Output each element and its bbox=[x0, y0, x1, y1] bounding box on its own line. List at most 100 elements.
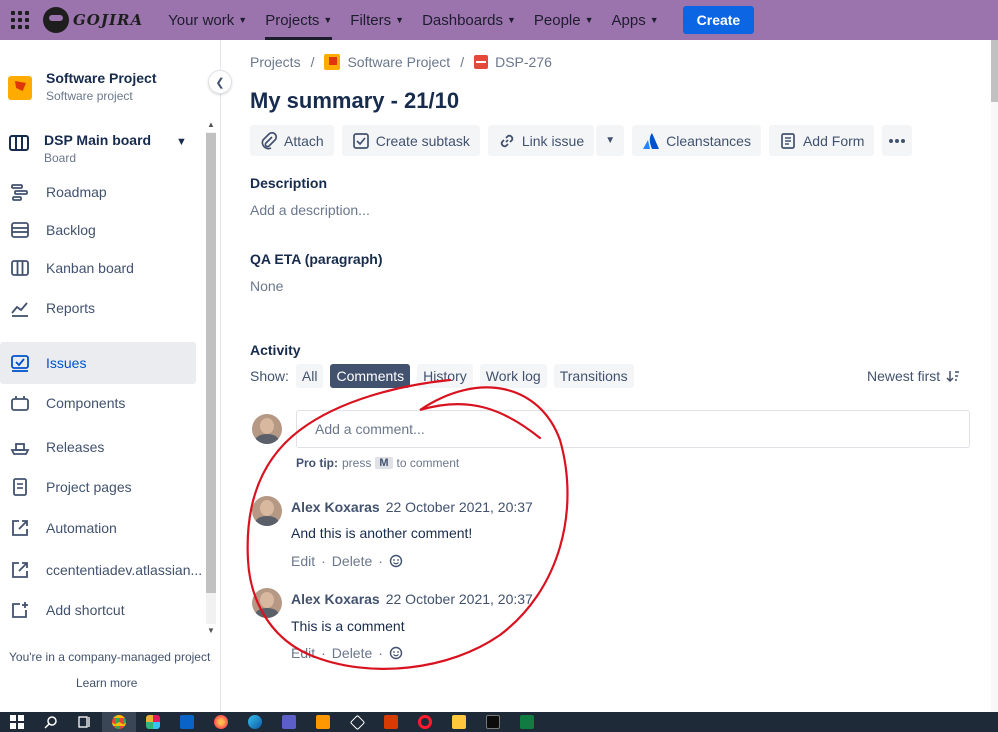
nav-label: Apps bbox=[611, 11, 646, 29]
outlook-icon[interactable] bbox=[170, 712, 204, 732]
sidebar-scrollbar[interactable]: ▲ ▼ bbox=[204, 120, 218, 635]
sidebar-item-add-shortcut[interactable]: Add shortcut bbox=[0, 590, 196, 630]
comment-delete-button[interactable]: Delete bbox=[332, 645, 372, 661]
add-reaction-icon[interactable] bbox=[389, 646, 403, 660]
add-reaction-icon[interactable] bbox=[389, 554, 403, 568]
sidebar-item-project-pages[interactable]: Project pages bbox=[0, 467, 196, 507]
sidebar-item-label: Issues bbox=[46, 355, 87, 371]
subtask-icon bbox=[352, 132, 369, 149]
page-scrollbar[interactable] bbox=[991, 40, 998, 712]
filter-history[interactable]: History bbox=[417, 364, 473, 388]
scrollbar-thumb[interactable] bbox=[206, 133, 216, 593]
app-switcher-icon[interactable] bbox=[11, 11, 29, 29]
comment-author[interactable]: Alex Koxaras 22 October 2021, 20:37 bbox=[291, 499, 533, 515]
comment-author-avatar[interactable] bbox=[252, 496, 282, 526]
chevron-down-icon: ▼ bbox=[584, 15, 594, 25]
chevron-down-icon: ▼ bbox=[395, 15, 405, 25]
nav-filters[interactable]: Filters ▼ bbox=[350, 0, 404, 40]
windows-taskbar bbox=[0, 712, 998, 732]
sidebar-item-kanban-board[interactable]: Kanban board bbox=[0, 248, 196, 288]
breadcrumb-projects[interactable]: Projects bbox=[250, 54, 301, 70]
teams-icon[interactable] bbox=[272, 712, 306, 732]
comment-edit-button[interactable]: Edit bbox=[291, 645, 315, 661]
sidebar-item-backlog[interactable]: Backlog bbox=[0, 210, 196, 250]
sidebar-item-releases[interactable]: Releases bbox=[0, 427, 196, 467]
scroll-down-icon[interactable]: ▼ bbox=[207, 626, 215, 635]
sidebar-item-external-link[interactable]: ccententiadev.atlassian... bbox=[0, 550, 202, 590]
chrome-icon[interactable] bbox=[102, 712, 136, 732]
add-comment-input[interactable]: Add a comment... bbox=[296, 410, 970, 448]
link-issue-group: Link issue ▼ bbox=[487, 125, 625, 156]
paperclip-icon bbox=[261, 131, 278, 149]
link-issue-dropdown[interactable]: ▼ bbox=[596, 125, 625, 156]
nav-projects[interactable]: Projects ▼ bbox=[265, 0, 333, 40]
pages-icon bbox=[13, 478, 27, 496]
search-icon[interactable] bbox=[34, 712, 68, 732]
file-explorer-icon[interactable] bbox=[442, 712, 476, 732]
description-field[interactable]: Add a description... bbox=[250, 202, 370, 218]
comment-delete-button[interactable]: Delete bbox=[332, 553, 372, 569]
nav-apps[interactable]: Apps ▼ bbox=[612, 0, 659, 40]
breadcrumb-project[interactable]: Software Project bbox=[324, 54, 450, 70]
scrollbar-thumb[interactable] bbox=[991, 40, 998, 102]
issue-title[interactable]: My summary - 21/10 bbox=[250, 88, 459, 114]
sublime-icon[interactable] bbox=[306, 712, 340, 732]
qa-eta-label: QA ETA (paragraph) bbox=[250, 251, 383, 267]
cleanstances-button[interactable]: Cleanstances bbox=[632, 125, 761, 156]
filter-transitions[interactable]: Transitions bbox=[553, 364, 634, 388]
slack-icon[interactable] bbox=[136, 712, 170, 732]
comment-author-avatar[interactable] bbox=[252, 588, 282, 618]
learn-more-link[interactable]: Learn more bbox=[76, 676, 137, 690]
filter-work-log[interactable]: Work log bbox=[479, 364, 547, 388]
chevron-down-icon: ▼ bbox=[323, 15, 333, 25]
comment-body: This is a comment bbox=[291, 618, 405, 634]
nav-label: Your work bbox=[168, 11, 235, 29]
sidebar-item-automation[interactable]: Automation bbox=[0, 508, 196, 548]
comment-edit-button[interactable]: Edit bbox=[291, 553, 315, 569]
nav-your-work[interactable]: Your work ▼ bbox=[168, 0, 247, 40]
sidebar-item-issues[interactable]: Issues bbox=[0, 342, 196, 384]
nav-dashboards[interactable]: Dashboards ▼ bbox=[422, 0, 516, 40]
attach-button[interactable]: Attach bbox=[250, 125, 334, 156]
comment-actions: Edit · Delete · bbox=[291, 553, 403, 569]
reports-icon bbox=[11, 302, 28, 317]
edge-icon[interactable] bbox=[238, 712, 272, 732]
create-button[interactable]: Create bbox=[682, 6, 755, 34]
top-navigation-bar: GOJIRA Your work ▼ Projects ▼ Filters ▼ Das… bbox=[0, 0, 998, 40]
add-form-label: Add Form bbox=[802, 132, 865, 149]
project-header[interactable]: Software Project Software project bbox=[8, 70, 156, 103]
opera-icon[interactable] bbox=[408, 712, 442, 732]
filter-comments[interactable]: Comments bbox=[330, 364, 411, 388]
board-switcher[interactable]: DSP Main board Board ▼ bbox=[8, 132, 193, 165]
task-view-icon[interactable] bbox=[68, 712, 102, 732]
breadcrumb-issue[interactable]: DSP-276 bbox=[474, 54, 552, 70]
windows-start-icon[interactable] bbox=[0, 712, 34, 732]
project-avatar-icon bbox=[8, 76, 32, 100]
unity-icon[interactable] bbox=[340, 712, 374, 732]
sidebar-item-reports[interactable]: Reports bbox=[0, 288, 196, 328]
create-subtask-button[interactable]: Create subtask bbox=[341, 125, 480, 156]
separator-dot: · bbox=[321, 553, 326, 569]
scroll-up-icon[interactable]: ▲ bbox=[207, 120, 215, 129]
add-form-button[interactable]: Add Form bbox=[768, 125, 875, 156]
filter-all[interactable]: All bbox=[295, 364, 324, 388]
more-actions-button[interactable] bbox=[882, 125, 913, 156]
link-issue-button[interactable]: Link issue bbox=[487, 125, 595, 156]
terminal-icon[interactable] bbox=[476, 712, 510, 732]
external-link-icon bbox=[12, 562, 28, 578]
nav-people[interactable]: People ▼ bbox=[534, 0, 594, 40]
chevron-down-icon: ▼ bbox=[506, 15, 516, 25]
excel-icon[interactable] bbox=[510, 712, 544, 732]
site-logo[interactable]: GOJIRA bbox=[43, 5, 143, 35]
sidebar-item-components[interactable]: Components bbox=[0, 383, 196, 423]
comment-author[interactable]: Alex Koxaras 22 October 2021, 20:37 bbox=[291, 591, 533, 607]
qa-eta-value[interactable]: None bbox=[250, 278, 283, 294]
sort-order-button[interactable]: Newest first bbox=[867, 368, 960, 384]
sidebar-item-roadmap[interactable]: Roadmap bbox=[0, 172, 196, 212]
firefox-icon[interactable] bbox=[204, 712, 238, 732]
breadcrumb: Projects / Software Project / DSP-276 bbox=[250, 54, 552, 70]
collapse-sidebar-button[interactable]: ❮ bbox=[208, 70, 232, 94]
sidebar-item-label: Components bbox=[46, 395, 126, 411]
sort-icon bbox=[946, 371, 960, 383]
office-icon[interactable] bbox=[374, 712, 408, 732]
